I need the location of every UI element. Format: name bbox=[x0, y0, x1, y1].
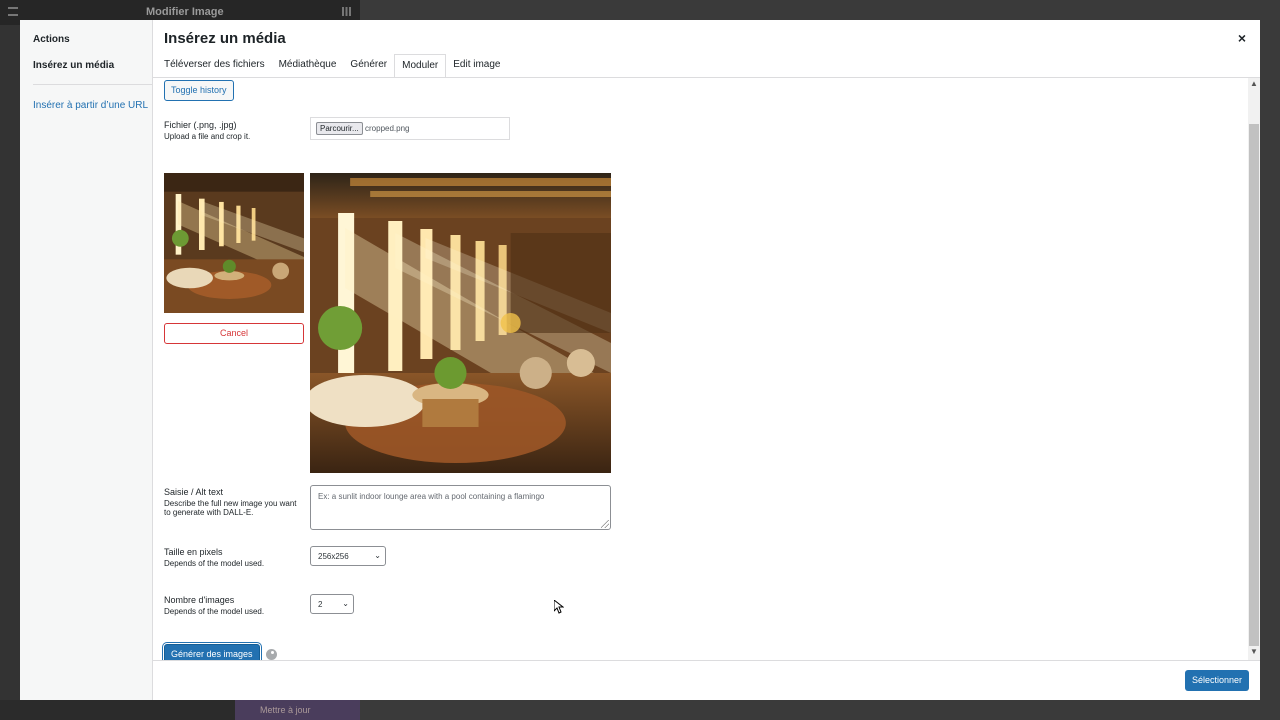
prompt-textarea[interactable]: Ex: a sunlit indoor lounge area with a p… bbox=[310, 485, 611, 530]
alt-text-label: Saisie / Alt text bbox=[164, 487, 224, 497]
file-label: Fichier (.png, .jpg) bbox=[164, 120, 237, 130]
menu-separator bbox=[33, 84, 153, 85]
file-name: cropped.png bbox=[365, 124, 410, 133]
close-icon[interactable]: × bbox=[1234, 30, 1250, 46]
scrollbar-thumb[interactable] bbox=[1249, 124, 1259, 646]
grid-icon bbox=[342, 7, 351, 16]
prompt-placeholder: Ex: a sunlit indoor lounge area with a p… bbox=[318, 492, 545, 501]
generate-images-button[interactable]: Générer des images bbox=[164, 644, 260, 660]
alt-text-field-label: Saisie / Alt text Describe the full new … bbox=[164, 487, 304, 517]
file-field-label: Fichier (.png, .jpg) Upload a file and c… bbox=[164, 120, 250, 141]
count-field-label: Nombre d'images Depends of the model use… bbox=[164, 595, 264, 616]
tab-content: Toggle history Fichier (.png, .jpg) Uplo… bbox=[153, 78, 1248, 660]
mouse-cursor-icon bbox=[554, 600, 564, 614]
file-input[interactable]: Parcourir... cropped.png bbox=[310, 117, 510, 140]
cropped-preview-image bbox=[164, 173, 304, 313]
size-description: Depends of the model used. bbox=[164, 559, 265, 568]
select-button[interactable]: Sélectionner bbox=[1185, 670, 1249, 691]
resize-grip-icon[interactable] bbox=[601, 520, 609, 528]
editor-title: Modifier Image bbox=[146, 6, 224, 18]
chevron-down-icon: ⌄ bbox=[342, 599, 349, 608]
count-description: Depends of the model used. bbox=[164, 607, 265, 616]
menu-item-insert-from-url[interactable]: Insérer à partir d’une URL bbox=[33, 100, 148, 111]
size-label: Taille en pixels bbox=[164, 547, 223, 557]
toggle-history-button[interactable]: Toggle history bbox=[164, 80, 234, 101]
alt-text-description: Describe the full new image you want to … bbox=[164, 499, 297, 517]
tab-moduler[interactable]: Moduler bbox=[394, 54, 447, 78]
scroll-down-icon[interactable]: ▼ bbox=[1250, 647, 1258, 656]
menu-heading: Actions bbox=[33, 34, 70, 45]
crop-source-image[interactable] bbox=[310, 173, 611, 473]
content-scrollbar[interactable]: ▲ ▼ bbox=[1248, 78, 1260, 660]
count-select[interactable]: 2 ⌄ bbox=[310, 594, 354, 614]
footer-divider bbox=[153, 660, 1260, 661]
browse-button[interactable]: Parcourir... bbox=[316, 122, 363, 135]
tab-upload[interactable]: Téléverser des fichiers bbox=[157, 54, 272, 78]
cancel-button[interactable]: Cancel bbox=[164, 323, 304, 344]
size-select[interactable]: 256x256 ⌄ bbox=[310, 546, 386, 566]
file-description: Upload a file and crop it. bbox=[164, 132, 251, 141]
tab-bar: Téléverser des fichiers Médiathèque Géné… bbox=[157, 54, 508, 78]
size-field-label: Taille en pixels Depends of the model us… bbox=[164, 547, 264, 568]
tab-generate[interactable]: Générer bbox=[343, 54, 394, 78]
count-selected-value: 2 bbox=[318, 600, 323, 609]
media-menu: Actions Insérez un média Insérer à parti… bbox=[20, 20, 153, 700]
scroll-up-icon[interactable]: ▲ bbox=[1250, 79, 1258, 88]
size-selected-value: 256x256 bbox=[318, 552, 349, 561]
hamburger-icon bbox=[8, 7, 18, 16]
media-modal: Actions Insérez un média Insérer à parti… bbox=[20, 20, 1260, 700]
tab-edit-image[interactable]: Edit image bbox=[446, 54, 507, 78]
update-button: Mettre à jour bbox=[235, 700, 360, 720]
count-label: Nombre d'images bbox=[164, 595, 235, 605]
modal-title: Insérez un média bbox=[164, 30, 286, 47]
spinner-icon bbox=[266, 649, 277, 660]
tab-library[interactable]: Médiathèque bbox=[272, 54, 344, 78]
chevron-down-icon: ⌄ bbox=[374, 551, 381, 560]
background-bottom-bar: Mettre à jour bbox=[0, 700, 360, 720]
menu-item-insert-media[interactable]: Insérez un média bbox=[33, 60, 114, 71]
